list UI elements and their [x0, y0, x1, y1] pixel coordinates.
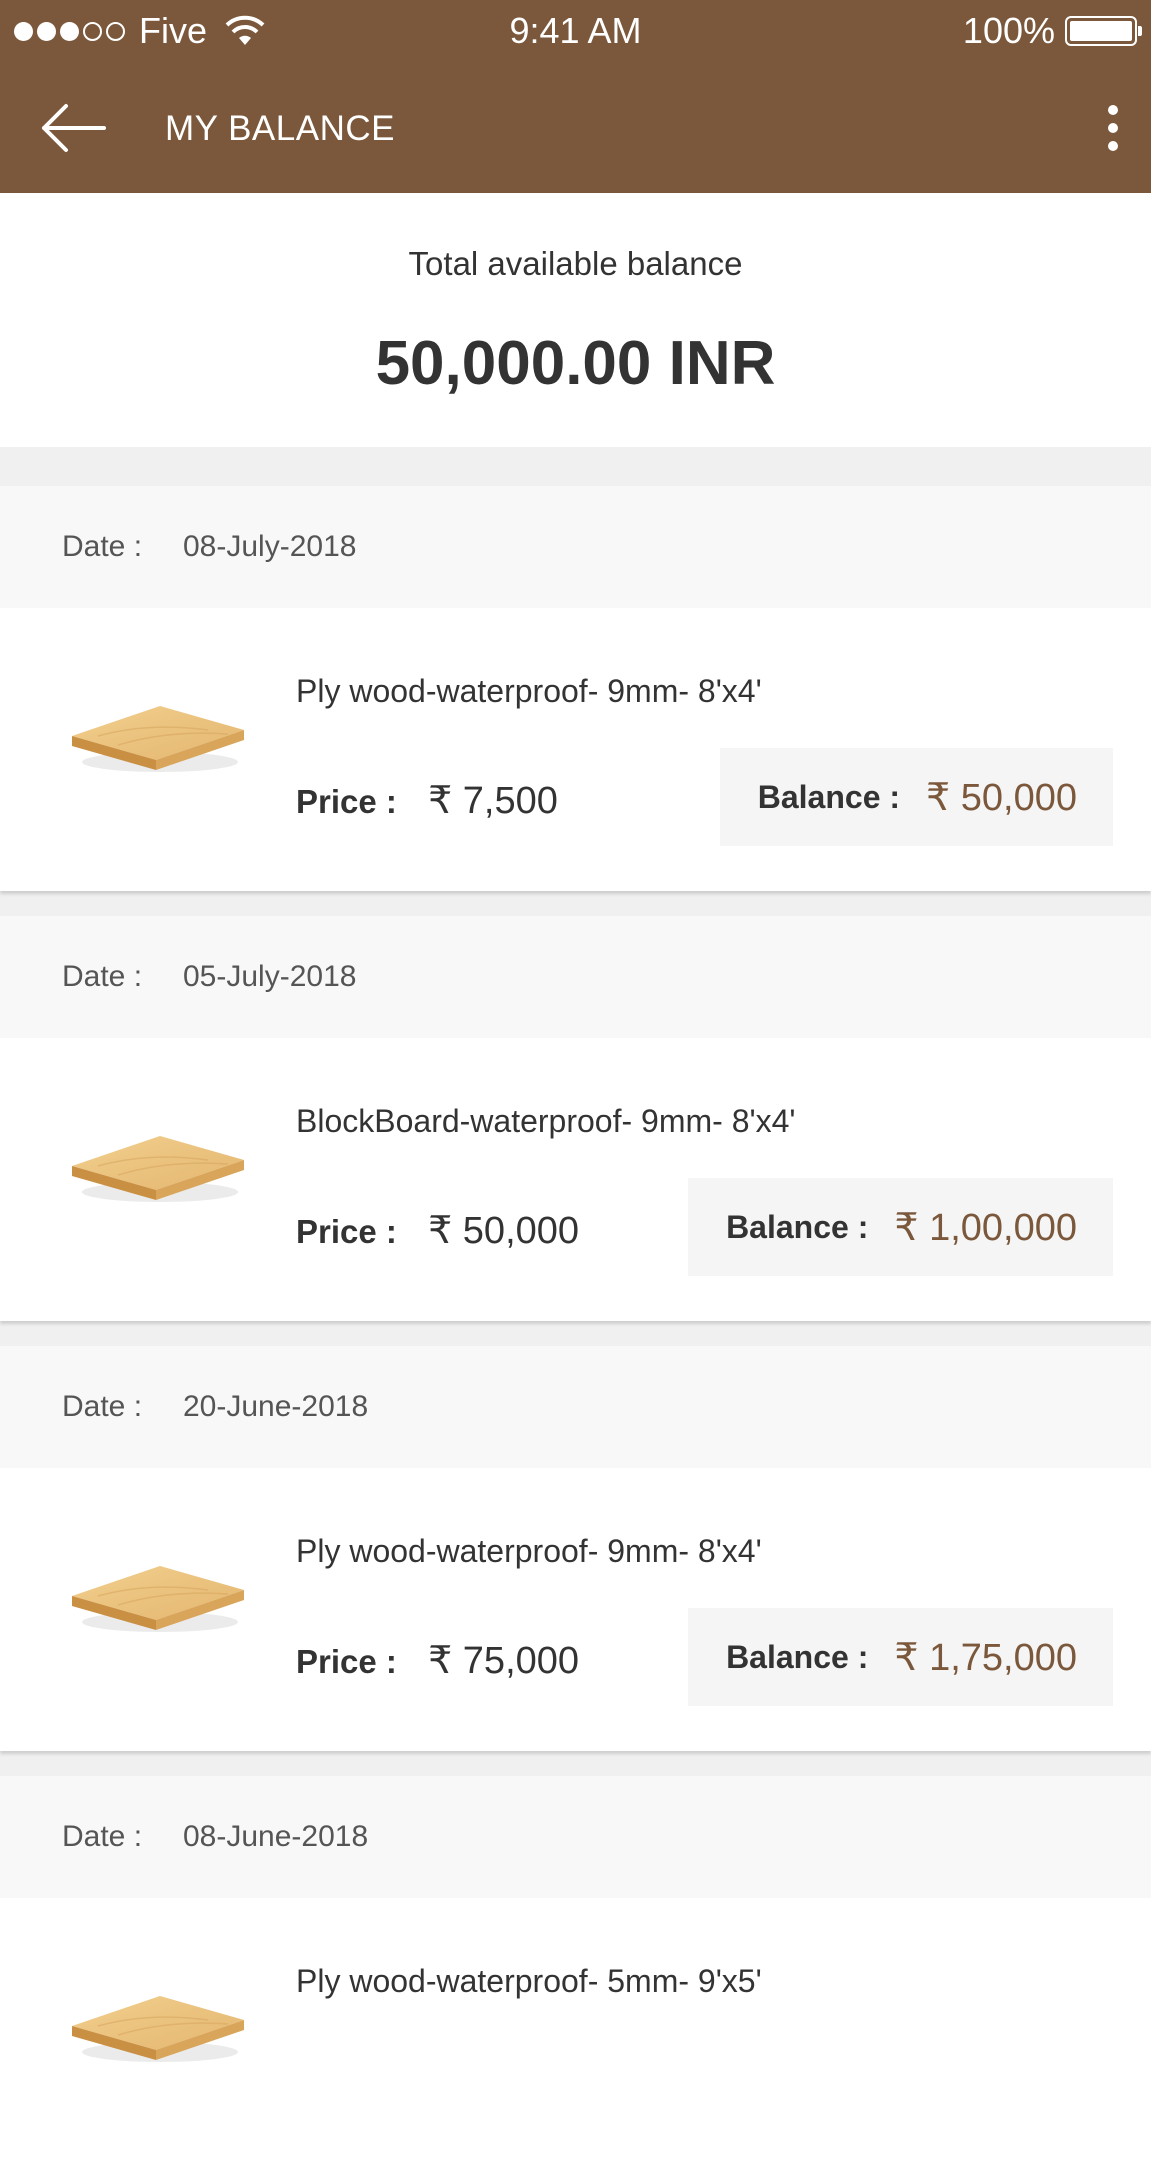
transaction-entry[interactable]: Date : 05-July-2018 BlockBoard-waterproo…: [0, 916, 1151, 1321]
price-row: Price : ₹ 50,000: [296, 1208, 579, 1253]
date-label: Date :: [62, 530, 143, 563]
date-label: Date :: [62, 1820, 143, 1853]
balance-box: Balance : ₹ 50,000: [719, 748, 1113, 846]
price-label: Price :: [296, 1213, 397, 1250]
balance-row-label: Balance :: [726, 1208, 869, 1245]
price-value: ₹ 7,500: [428, 780, 558, 822]
status-bar: Five 9:41 AM 100%: [0, 0, 1151, 62]
back-arrow-icon[interactable]: [38, 100, 108, 156]
balance-summary: Total available balance 50,000.00 INR: [0, 193, 1151, 447]
product-card[interactable]: BlockBoard-waterproof- 9mm- 8'x4' Price …: [0, 1038, 1151, 1321]
price-row: Price : ₹ 75,000: [296, 1638, 579, 1683]
battery-icon: [1065, 16, 1142, 46]
balance-label: Total available balance: [408, 245, 743, 282]
balance-row-value: ₹ 50,000: [926, 776, 1077, 819]
date-value: 20-June-2018: [183, 1390, 369, 1423]
price-label: Price :: [296, 1643, 397, 1680]
toolbar: MY BALANCE: [0, 62, 1151, 193]
plywood-thumbnail: [72, 706, 244, 772]
price-row: Price : ₹ 7,500: [296, 778, 558, 823]
product-name: BlockBoard-waterproof- 9mm- 8'x4': [296, 1103, 796, 1139]
more-options-icon[interactable]: [1099, 102, 1127, 154]
app-bar: Five 9:41 AM 100% MY BALANCE: [0, 0, 1151, 193]
date-value: 05-July-2018: [183, 960, 357, 993]
product-name: Ply wood-waterproof- 5mm- 9'x5': [296, 1963, 762, 1999]
date-label: Date :: [62, 1390, 143, 1423]
balance-row-label: Balance :: [757, 778, 901, 815]
balance-box: Balance : ₹ 1,00,000: [688, 1178, 1113, 1276]
product-name: Ply wood-waterproof- 9mm- 8'x4': [296, 673, 762, 709]
product-card[interactable]: Ply wood-waterproof- 5mm- 9'x5' Price : …: [0, 1898, 1151, 2181]
date-header: Date : 08-July-2018: [0, 486, 1151, 608]
transaction-entry[interactable]: Date : 08-June-2018 Ply wood-waterproof-…: [0, 1776, 1151, 2181]
product-card[interactable]: Ply wood-waterproof- 9mm- 8'x4' Price : …: [0, 608, 1151, 891]
balance-row-value: ₹ 1,00,000: [894, 1206, 1077, 1249]
date-value: 08-June-2018: [183, 1820, 369, 1853]
price-value: ₹ 50,000: [428, 1210, 580, 1252]
balance-row-value: ₹ 1,75,000: [894, 1636, 1077, 1679]
product-name: Ply wood-waterproof- 9mm- 8'x4': [296, 1533, 762, 1569]
plywood-thumbnail: [72, 1136, 244, 1202]
balance-row-label: Balance :: [726, 1638, 869, 1675]
date-header: Date : 05-July-2018: [0, 916, 1151, 1038]
date-value: 08-July-2018: [183, 530, 357, 563]
balance-amount: 50,000.00 INR: [375, 329, 776, 398]
battery-percentage: 100%: [962, 10, 1055, 51]
date-header: Date : 08-June-2018: [0, 1776, 1151, 1898]
balance-box: Balance : ₹ 1,75,000: [688, 1608, 1113, 1706]
date-header: Date : 20-June-2018: [0, 1346, 1151, 1468]
transaction-entry[interactable]: Date : 20-June-2018 Ply wood-waterproof-…: [0, 1346, 1151, 1751]
price-value: ₹ 75,000: [428, 1640, 580, 1682]
transaction-entry[interactable]: Date : 08-July-2018 Ply wood-waterproof-…: [0, 486, 1151, 891]
plywood-thumbnail: [72, 1996, 244, 2062]
product-card[interactable]: Ply wood-waterproof- 9mm- 8'x4' Price : …: [0, 1468, 1151, 1751]
date-label: Date :: [62, 960, 143, 993]
price-label: Price :: [296, 783, 397, 820]
page-title: MY BALANCE: [165, 109, 395, 148]
plywood-thumbnail: [72, 1566, 244, 1632]
